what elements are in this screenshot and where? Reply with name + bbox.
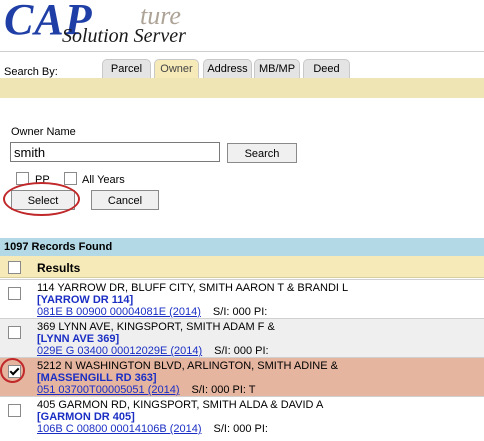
row-checkbox[interactable] (8, 287, 21, 300)
owner-name-label: Owner Name (11, 126, 76, 138)
parcel-link[interactable]: 029E G 03400 00012029E (2014) (37, 345, 202, 357)
result-owner-address: 5212 N WASHINGTON BLVD, ARLINGTON, SMITH… (37, 360, 338, 372)
search-button[interactable]: Search (227, 143, 297, 163)
records-found-bar: 1097 Records Found (0, 238, 484, 256)
logo-subtitle: Solution Server (62, 25, 186, 47)
owner-name-input[interactable] (10, 142, 220, 162)
result-property-address: [LYNN AVE 369] (37, 333, 120, 345)
result-owner-address: 369 LYNN AVE, KINGSPORT, SMITH ADAM F & (37, 321, 275, 333)
result-details: 106B C 00800 00014106B (2014) S/I: 000 PI… (37, 423, 268, 435)
tab-owner[interactable]: Owner (154, 59, 199, 79)
result-details: 029E G 03400 00012029E (2014) S/I: 000 PI… (37, 345, 269, 357)
all-years-label: All Years (82, 174, 125, 186)
result-owner-address: 114 YARROW DR, BLUFF CITY, SMITH AARON T… (37, 282, 349, 294)
result-row: 114 YARROW DR, BLUFF CITY, SMITH AARON T… (0, 279, 484, 318)
result-meta: S/I: 000 PI: (214, 345, 269, 357)
parcel-link[interactable]: 081E B 00900 00004081E (2014) (37, 306, 201, 318)
header-divider (0, 51, 484, 52)
result-meta: S/I: 000 PI: (212, 306, 268, 318)
parcel-link[interactable]: 051 03700T00005051 (2014) (37, 384, 180, 396)
result-details: 081E B 00900 00004081E (2014) S/I: 000 PI… (37, 306, 267, 318)
checkbox-highlight-circle (0, 358, 25, 383)
result-property-address: [MASSENGILL RD 363] (37, 372, 157, 384)
parcel-link[interactable]: 106B C 00800 00014106B (2014) (37, 423, 202, 435)
search-by-label: Search By: (4, 66, 58, 78)
result-details: 051 03700T00005051 (2014) S/I: 000 PI: T (37, 384, 256, 396)
row-checkbox[interactable] (8, 326, 21, 339)
tab-mbmp[interactable]: MB/MP (254, 59, 300, 79)
select-highlight-circle (3, 182, 80, 216)
result-row: 369 LYNN AVE, KINGSPORT, SMITH ADAM F & … (0, 318, 484, 357)
cancel-button[interactable]: Cancel (91, 190, 159, 210)
result-row: 405 GARMON RD, KINGSPORT, SMITH ALDA & D… (0, 396, 484, 435)
result-meta: S/I: 000 PI: (213, 423, 268, 435)
result-property-address: [GARMON DR 405] (37, 411, 135, 423)
tab-content-strip (0, 78, 484, 98)
tab-parcel[interactable]: Parcel (102, 59, 151, 79)
all-years-checkbox[interactable] (64, 172, 77, 185)
result-owner-address: 405 GARMON RD, KINGSPORT, SMITH ALDA & D… (37, 399, 324, 411)
result-meta: S/I: 000 PI: T (191, 384, 256, 396)
tab-deed[interactable]: Deed (303, 59, 350, 79)
results-title: Results (37, 261, 81, 275)
tab-address[interactable]: Address (203, 59, 252, 79)
result-property-address: [YARROW DR 114] (37, 294, 134, 306)
select-all-checkbox[interactable] (8, 261, 21, 274)
result-row-selected: 5212 N WASHINGTON BLVD, ARLINGTON, SMITH… (0, 357, 484, 396)
row-checkbox[interactable] (8, 404, 21, 417)
